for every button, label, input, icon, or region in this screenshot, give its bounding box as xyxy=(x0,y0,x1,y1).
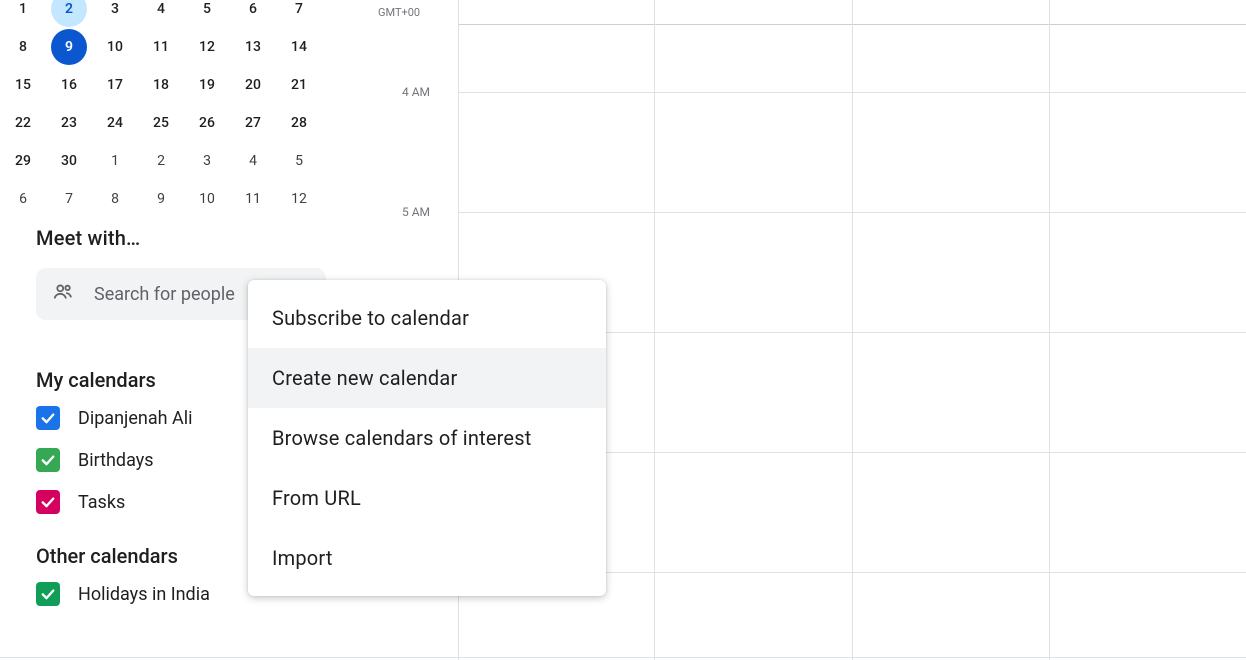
hour-label: 5 AM xyxy=(402,205,430,219)
mini-calendar-day[interactable]: 1 xyxy=(92,142,138,180)
mini-calendar-day[interactable]: 30 xyxy=(46,142,92,180)
menu-item[interactable]: Create new calendar xyxy=(248,348,606,408)
mini-calendar-day[interactable]: 21 xyxy=(276,66,322,104)
calendar-item-label: Birthdays xyxy=(78,450,154,471)
mini-calendar-day[interactable]: 10 xyxy=(184,180,230,218)
mini-calendar-day[interactable]: 17 xyxy=(92,66,138,104)
mini-calendar-day[interactable]: 20 xyxy=(230,66,276,104)
hour-line xyxy=(458,212,1246,213)
mini-calendar-day[interactable]: 7 xyxy=(276,0,322,28)
mini-calendar-day[interactable]: 10 xyxy=(92,28,138,66)
calendar-item-label: Dipanjenah Ali xyxy=(78,408,193,429)
mini-calendar-day[interactable]: 5 xyxy=(276,142,322,180)
mini-calendar-day[interactable]: 26 xyxy=(184,104,230,142)
mini-calendar-day[interactable]: 14 xyxy=(276,28,322,66)
menu-item[interactable]: Subscribe to calendar xyxy=(248,288,606,348)
bottom-border xyxy=(0,657,1246,658)
mini-calendar-day[interactable]: 27 xyxy=(230,104,276,142)
mini-calendar-day[interactable]: 25 xyxy=(138,104,184,142)
hour-row: 3 AM xyxy=(350,0,1246,32)
mini-calendar-day[interactable]: 2 xyxy=(46,0,92,28)
mini-calendar-day[interactable]: 2 xyxy=(138,142,184,180)
mini-calendar-day[interactable]: 11 xyxy=(230,180,276,218)
people-icon xyxy=(52,281,74,307)
mini-calendar-day[interactable]: 9 xyxy=(46,28,92,66)
mini-calendar-day[interactable]: 15 xyxy=(0,66,46,104)
mini-calendar-day[interactable]: 13 xyxy=(230,28,276,66)
calendar-checkbox[interactable] xyxy=(36,490,60,514)
hour-label: 4 AM xyxy=(402,85,430,99)
mini-calendar-day[interactable]: 3 xyxy=(184,142,230,180)
mini-calendar-day[interactable]: 4 xyxy=(230,142,276,180)
mini-calendar-day[interactable]: 8 xyxy=(0,28,46,66)
mini-calendar-day[interactable]: 18 xyxy=(138,66,184,104)
mini-calendar-day[interactable]: 16 xyxy=(46,66,92,104)
mini-calendar-day[interactable]: 22 xyxy=(0,104,46,142)
menu-item[interactable]: Import xyxy=(248,528,606,588)
hour-line xyxy=(458,92,1246,93)
menu-item[interactable]: Browse calendars of interest xyxy=(248,408,606,468)
mini-calendar-day[interactable]: 8 xyxy=(92,180,138,218)
mini-calendar-day[interactable]: 6 xyxy=(0,180,46,218)
calendar-checkbox[interactable] xyxy=(36,406,60,430)
meet-with-title: Meet with… xyxy=(0,218,340,250)
menu-item[interactable]: From URL xyxy=(248,468,606,528)
mini-calendar-day[interactable]: 23 xyxy=(46,104,92,142)
calendar-checkbox[interactable] xyxy=(36,448,60,472)
mini-calendar-day[interactable]: 6 xyxy=(230,0,276,28)
calendar-checkbox[interactable] xyxy=(36,582,60,606)
mini-calendar-day[interactable]: 24 xyxy=(92,104,138,142)
hour-row: 5 AM xyxy=(350,212,1246,272)
mini-calendar-day[interactable]: 9 xyxy=(138,180,184,218)
mini-calendar-day[interactable]: 4 xyxy=(138,0,184,28)
calendar-item-label: Tasks xyxy=(78,492,125,513)
mini-calendar[interactable]: 1234567891011121314151617181920212223242… xyxy=(0,0,340,218)
mini-calendar-day[interactable]: 3 xyxy=(92,0,138,28)
mini-calendar-day[interactable]: 5 xyxy=(184,0,230,28)
mini-calendar-day[interactable]: 19 xyxy=(184,66,230,104)
mini-calendar-day[interactable]: 28 xyxy=(276,104,322,142)
mini-calendar-day[interactable]: 29 xyxy=(0,142,46,180)
other-calendars-menu: Subscribe to calendarCreate new calendar… xyxy=(248,280,606,596)
mini-calendar-day[interactable]: 12 xyxy=(276,180,322,218)
mini-calendar-day[interactable]: 12 xyxy=(184,28,230,66)
calendar-item-label: Holidays in India xyxy=(78,584,210,605)
mini-calendar-day[interactable]: 11 xyxy=(138,28,184,66)
mini-calendar-day[interactable]: 7 xyxy=(46,180,92,218)
mini-calendar-day[interactable]: 1 xyxy=(0,0,46,28)
hour-row: 4 AM xyxy=(350,92,1246,152)
